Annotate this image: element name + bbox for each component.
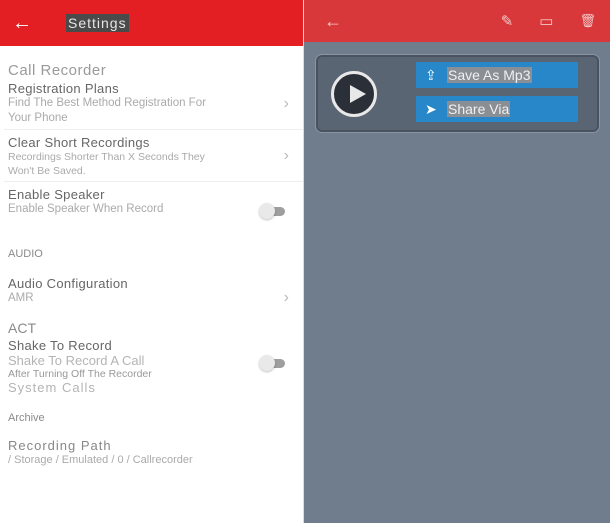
- share-via-button[interactable]: ➤ Share Via: [416, 96, 578, 122]
- settings-pane: ← Settings Call Recorder Registration Pl…: [0, 0, 303, 523]
- delete-trash-icon[interactable]: 🗑: [579, 13, 596, 29]
- group-act: ACT: [8, 320, 36, 336]
- edit-pencil-icon[interactable]: ✎: [501, 12, 514, 30]
- group-call-recorder: Call Recorder: [8, 62, 107, 79]
- settings-app-bar: ← Settings: [0, 0, 303, 46]
- shake-to-record-toggle[interactable]: [259, 355, 287, 371]
- enable-speaker-toggle[interactable]: [259, 203, 287, 219]
- setting-subtitle: Shake To Record A Call: [8, 353, 145, 368]
- setting-title: Audio Configuration: [8, 276, 128, 291]
- group-audio: AUDIO: [8, 248, 43, 260]
- setting-subtitle: Enable Speaker When Record: [8, 203, 164, 215]
- setting-audio-configuration[interactable]: Audio Configuration AMR ›: [0, 260, 303, 316]
- share-via-label: Share Via: [447, 101, 511, 117]
- setting-title: Enable Speaker: [8, 187, 105, 202]
- recording-card: ⇪ Save As Mp3 ➤ Share Via: [316, 55, 599, 132]
- setting-shake-to-record[interactable]: Shake To Record Shake To Record A Call A…: [0, 336, 303, 406]
- chevron-right-icon: ›: [283, 146, 289, 164]
- group-archive: Archive: [8, 412, 45, 424]
- setting-title: Registration Plans: [8, 81, 119, 96]
- page-title: Settings: [66, 14, 129, 32]
- share-export-icon: ⇪: [425, 66, 437, 83]
- setting-title: Clear Short Recordings: [8, 135, 150, 150]
- setting-title: Recording Path: [8, 438, 112, 453]
- setting-subtitle: AMR: [8, 292, 34, 304]
- chevron-right-icon: ›: [283, 289, 289, 306]
- setting-enable-speaker[interactable]: Enable Speaker Enable Speaker When Recor…: [0, 182, 303, 242]
- setting-subtitle: Find The Best Method Registration For Yo…: [8, 97, 206, 124]
- player-pane: ← ✎ ▭ 🗑 ⇪ Save As Mp3 ➤ Share Via: [303, 0, 610, 523]
- play-button[interactable]: [331, 71, 377, 117]
- setting-registration-plans[interactable]: Registration Plans Find The Best Method …: [0, 79, 303, 129]
- setting-recording-path[interactable]: Recording Path / Storage / Emulated / 0 …: [0, 424, 303, 468]
- setting-subtitle: Recordings Shorter Than X Seconds They W…: [8, 151, 205, 177]
- back-arrow-icon[interactable]: ←: [12, 12, 42, 35]
- setting-title: Shake To Record: [8, 338, 112, 353]
- player-app-bar: ← ✎ ▭ 🗑: [304, 0, 610, 42]
- devices-icon[interactable]: ▭: [539, 12, 553, 30]
- setting-subtitle: / Storage / Emulated / 0 / Callrecorder: [8, 454, 193, 466]
- chevron-right-icon: ›: [283, 95, 289, 112]
- send-icon: ➤: [425, 100, 437, 117]
- setting-clear-short-recordings[interactable]: Clear Short Recordings Recordings Shorte…: [0, 130, 303, 181]
- save-as-mp3-label: Save As Mp3: [447, 67, 532, 83]
- setting-subtitle: System Calls: [8, 380, 96, 395]
- back-arrow-icon[interactable]: ←: [324, 11, 475, 32]
- setting-subtitle: After Turning Off The Recorder: [8, 368, 152, 380]
- save-as-mp3-button[interactable]: ⇪ Save As Mp3: [416, 62, 578, 88]
